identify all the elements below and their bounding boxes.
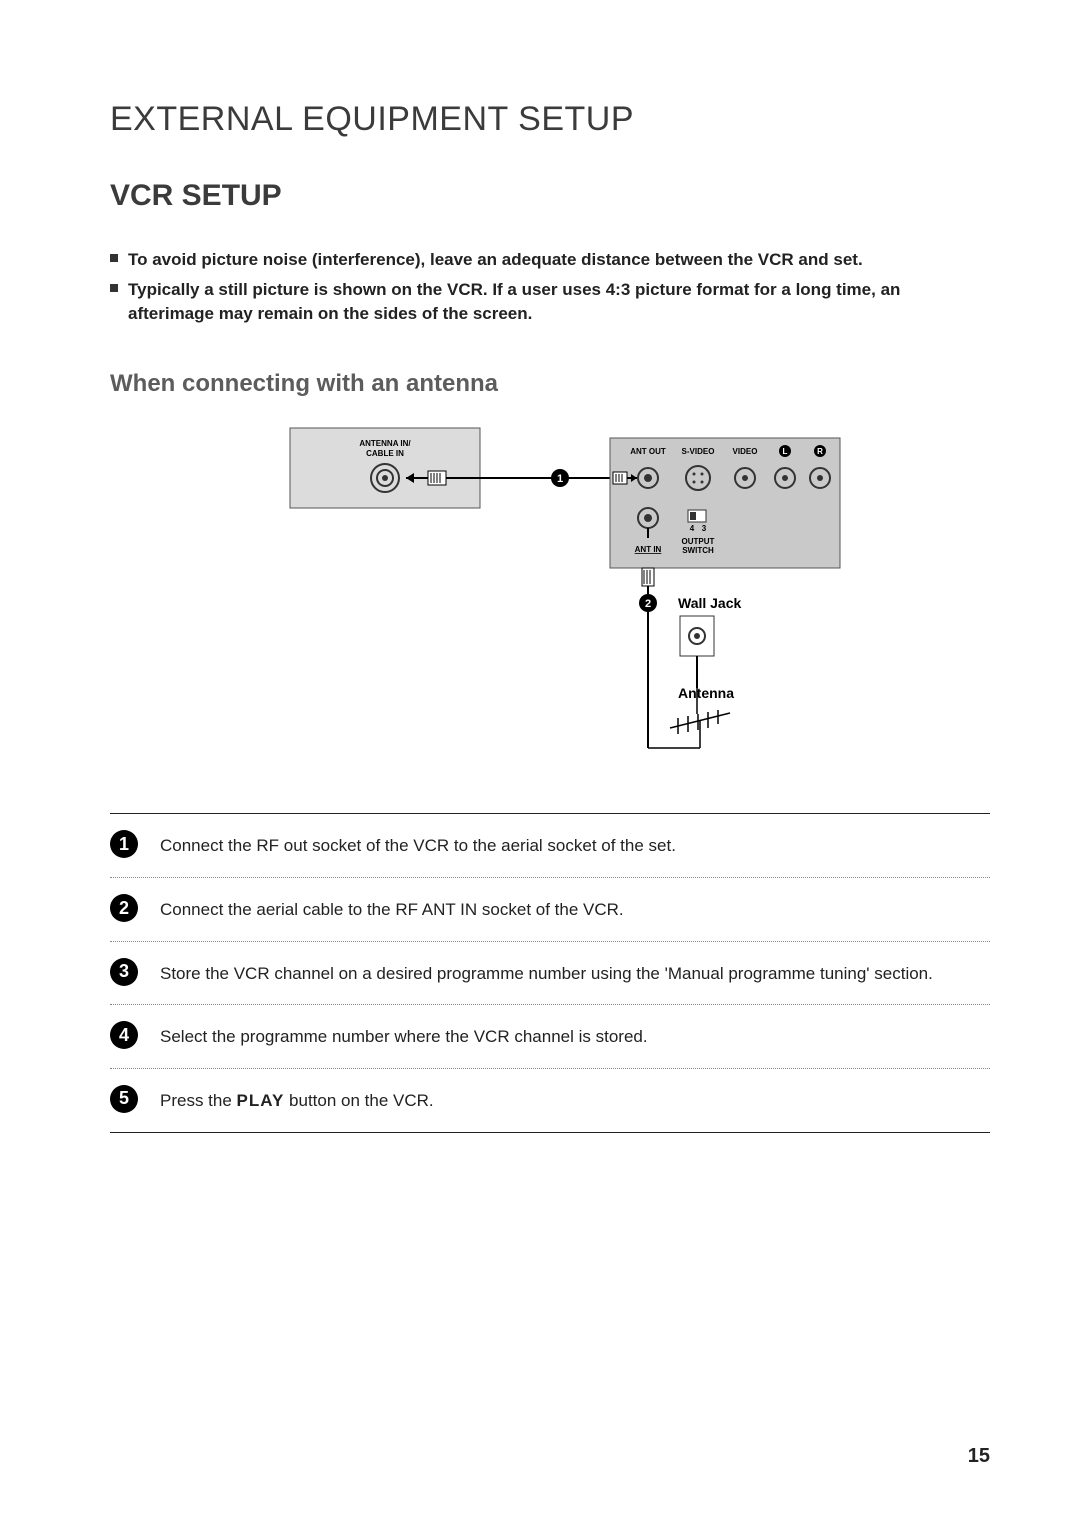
step-text: Press the PLAY button on the VCR. <box>160 1087 434 1114</box>
step-row: 4 Select the programme number where the … <box>110 1005 990 1068</box>
manual-page: EXTERNAL EQUIPMENT SETUP VCR SETUP To av… <box>0 0 1080 1528</box>
r-label: R <box>817 447 823 456</box>
step-text-post: button on the VCR. <box>284 1091 433 1110</box>
output-switch-label-2: SWITCH <box>682 546 714 555</box>
output-switch-label-1: OUTPUT <box>682 537 715 546</box>
step-text-pre: Press the <box>160 1091 237 1110</box>
step-row: 1 Connect the RF out socket of the VCR t… <box>110 814 990 877</box>
instructions: 1 Connect the RF out socket of the VCR t… <box>110 813 990 1132</box>
antenna-label: Antenna <box>678 685 734 701</box>
step-text: Select the programme number where the VC… <box>160 1023 648 1050</box>
connection-diagram: ANTENNA IN/ CABLE IN 1 ANT OUT S-V <box>230 418 870 783</box>
tv-cable-in-label: CABLE IN <box>366 449 404 458</box>
step-text: Connect the aerial cable to the RF ANT I… <box>160 896 624 923</box>
page-number: 15 <box>968 1445 990 1468</box>
s-video-label: S-VIDEO <box>682 447 715 456</box>
step-number-badge: 5 <box>110 1085 138 1113</box>
play-button-ref: PLAY <box>237 1091 285 1110</box>
step-text: Store the VCR channel on a desired progr… <box>160 960 933 987</box>
tv-antenna-in-label: ANTENNA IN/ <box>359 439 411 448</box>
callout-2: 2 <box>645 598 651 610</box>
note-item: Typically a still picture is shown on th… <box>110 278 990 326</box>
step-text: Connect the RF out socket of the VCR to … <box>160 832 676 859</box>
section-title: EXTERNAL EQUIPMENT SETUP <box>110 100 990 139</box>
l-label: L <box>783 447 788 456</box>
note-item: To avoid picture noise (interference), l… <box>110 248 990 272</box>
step-row: 3 Store the VCR channel on a desired pro… <box>110 942 990 1005</box>
callout-1: 1 <box>557 473 563 485</box>
step-number-badge: 3 <box>110 958 138 986</box>
connection-subtitle: When connecting with an antenna <box>110 370 990 398</box>
video-label: VIDEO <box>733 447 758 456</box>
ant-out-label: ANT OUT <box>630 447 666 456</box>
vcr-setup-title: VCR SETUP <box>110 179 990 213</box>
step-number-badge: 4 <box>110 1021 138 1049</box>
ant-in-label: ANT IN <box>635 545 662 554</box>
notes-block: To avoid picture noise (interference), l… <box>110 248 990 325</box>
step-number-badge: 2 <box>110 894 138 922</box>
step-number-badge: 1 <box>110 830 138 858</box>
switch-3-label: 3 <box>702 524 707 533</box>
step-row: 2 Connect the aerial cable to the RF ANT… <box>110 878 990 941</box>
switch-4-label: 4 <box>690 524 695 533</box>
step-row: 5 Press the PLAY button on the VCR. <box>110 1069 990 1132</box>
wall-jack-label: Wall Jack <box>678 595 742 611</box>
